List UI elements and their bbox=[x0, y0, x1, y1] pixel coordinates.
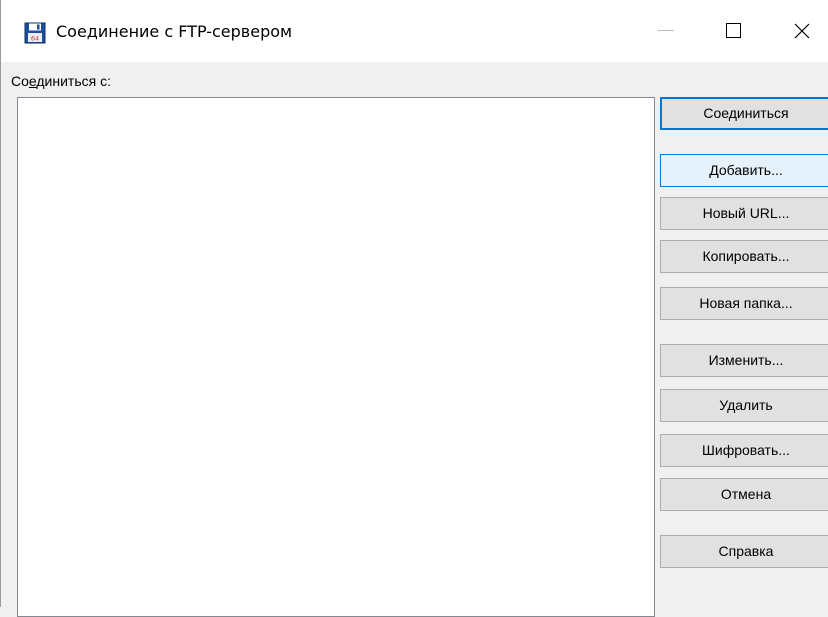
minimize-icon bbox=[658, 30, 674, 31]
new-folder-button[interactable]: Новая папка... bbox=[660, 287, 828, 320]
close-icon bbox=[794, 23, 810, 39]
add-button[interactable]: Добавить... bbox=[660, 154, 828, 187]
connect-to-label: Соединиться с: bbox=[11, 72, 111, 90]
minimize-button[interactable] bbox=[639, 0, 693, 62]
close-button[interactable] bbox=[775, 0, 828, 62]
copy-button[interactable]: Копировать... bbox=[660, 240, 828, 273]
connect-to-label-part1: Со bbox=[11, 73, 29, 89]
new-url-button[interactable]: Новый URL... bbox=[660, 197, 828, 230]
server-list[interactable] bbox=[17, 97, 655, 617]
ftp-connect-dialog: 64 Соединение с FTP-сервером Соединиться… bbox=[0, 0, 828, 617]
floppy-disk-icon: 64 bbox=[24, 22, 46, 44]
window-title: Соединение с FTP-сервером bbox=[56, 22, 293, 41]
edit-button[interactable]: Изменить... bbox=[660, 344, 828, 377]
connect-button[interactable]: Соединиться bbox=[660, 97, 828, 130]
svg-text:64: 64 bbox=[31, 35, 39, 43]
cancel-button[interactable]: Отмена bbox=[660, 478, 828, 511]
title-bar[interactable]: 64 Соединение с FTP-сервером bbox=[1, 0, 828, 62]
delete-button[interactable]: Удалить bbox=[660, 389, 828, 422]
connect-to-label-part2: диниться с: bbox=[36, 73, 111, 89]
encrypt-button[interactable]: Шифровать... bbox=[660, 434, 828, 467]
maximize-button[interactable] bbox=[707, 0, 761, 62]
help-button[interactable]: Справка bbox=[660, 535, 828, 568]
maximize-icon bbox=[726, 23, 741, 38]
